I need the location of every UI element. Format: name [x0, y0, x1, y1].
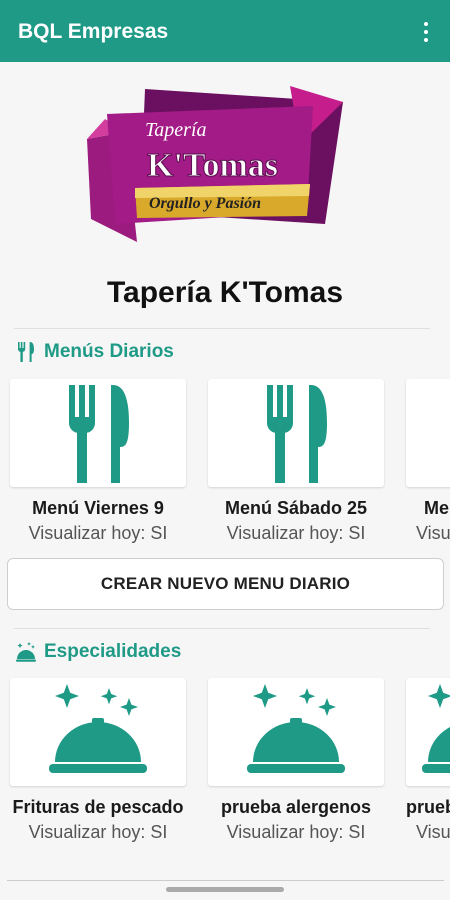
menu-card[interactable]: Me Visu	[406, 379, 450, 544]
logo-line1: Tapería	[145, 119, 207, 141]
specialty-card[interactable]: Frituras de pescado Visualizar hoy: SI	[10, 678, 186, 843]
main-content[interactable]: Tapería K'Tomas Orgullo y Pasión Tapería…	[0, 62, 450, 900]
menu-card-image	[208, 379, 384, 487]
specialty-card[interactable]: prueba alergenos Visualizar hoy: SI	[208, 678, 384, 843]
specialty-card[interactable]: prueb Visu	[406, 678, 450, 843]
menu-card[interactable]: Menú Sábado 25 Visualizar hoy: SI	[208, 379, 384, 544]
menu-card-status: Visualizar hoy: SI	[226, 523, 366, 544]
business-logo: Tapería K'Tomas Orgullo y Pasión	[87, 86, 343, 242]
specialty-card-image	[406, 678, 450, 786]
menu-card-name: Menú Viernes 9	[32, 498, 164, 518]
specialty-card-name: Frituras de pescado	[12, 797, 184, 817]
cloche-icon	[422, 684, 450, 773]
fork-knife-icon	[267, 385, 327, 483]
specialty-card-status: Visu	[416, 822, 450, 843]
divider	[14, 328, 430, 329]
menu-card-name: Me	[424, 498, 450, 518]
create-daily-menu-button[interactable]: CREAR NUEVO MENU DIARIO	[7, 558, 444, 610]
more-vert-icon[interactable]	[412, 16, 440, 48]
specialties-header: Especialidades	[14, 640, 181, 664]
app-bar: BQL Empresas	[0, 0, 450, 62]
specialty-card-status: Visualizar hoy: SI	[226, 822, 366, 843]
cloche-icon	[49, 684, 147, 773]
fork-knife-icon	[18, 342, 34, 362]
home-indicator[interactable]	[166, 887, 284, 892]
specialty-card-name: prueb	[406, 797, 450, 817]
divider	[7, 880, 444, 881]
specialty-card-status: Visualizar hoy: SI	[28, 822, 168, 843]
menu-card-image	[10, 379, 186, 487]
specialty-card-name: prueba alergenos	[220, 797, 372, 817]
specialties-title: Especialidades	[44, 641, 182, 662]
menu-card[interactable]: Menú Viernes 9 Visualizar hoy: SI	[10, 379, 186, 544]
business-name: Tapería K'Tomas	[106, 276, 344, 309]
cloche-icon	[16, 642, 36, 662]
logo-tagline: Orgullo y Pasión	[149, 195, 261, 212]
menu-card-image	[406, 379, 450, 487]
divider	[14, 628, 430, 629]
daily-menus-header: Menús Diarios	[14, 340, 174, 364]
daily-menus-title: Menús Diarios	[44, 341, 174, 362]
fork-knife-icon	[69, 385, 129, 483]
menu-card-status: Visualizar hoy: SI	[28, 523, 168, 544]
specialty-card-image	[208, 678, 384, 786]
logo-line2: K'Tomas	[147, 147, 278, 184]
app-title: BQL Empresas	[18, 20, 169, 43]
cloche-icon	[247, 684, 345, 773]
menu-card-name: Menú Sábado 25	[224, 498, 368, 518]
menu-card-status: Visu	[416, 523, 450, 544]
specialty-card-image	[10, 678, 186, 786]
